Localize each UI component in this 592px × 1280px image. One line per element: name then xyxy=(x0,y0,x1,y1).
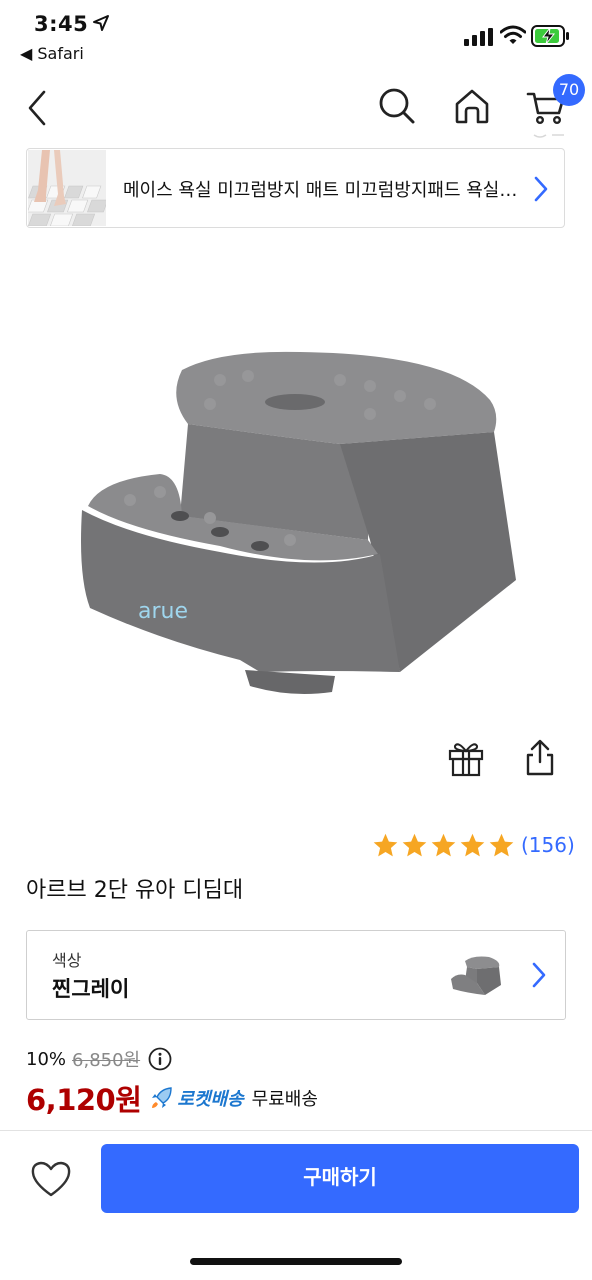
wifi-icon xyxy=(500,25,526,44)
review-count[interactable]: (156) xyxy=(521,833,575,857)
sale-price: 6,120원 xyxy=(26,1083,142,1117)
rocket-delivery-label: 로켓배송 xyxy=(177,1089,244,1110)
cellular-signal-icon xyxy=(464,28,493,46)
product-rating[interactable]: (156) xyxy=(372,830,575,860)
search-icon[interactable] xyxy=(377,86,417,126)
gift-icon[interactable] xyxy=(446,738,486,778)
star-icon xyxy=(431,833,456,856)
chevron-right-icon xyxy=(534,176,548,202)
share-icon[interactable] xyxy=(522,738,558,778)
product-brand-logo: arue xyxy=(138,599,188,624)
option-label: 색상 xyxy=(52,951,82,970)
star-icon xyxy=(402,833,427,856)
color-option-selector[interactable]: 색상 찐그레이 xyxy=(26,930,566,1020)
chevron-right-icon xyxy=(532,962,546,988)
home-icon[interactable] xyxy=(452,86,492,126)
divider xyxy=(0,1130,592,1131)
home-indicator xyxy=(190,1258,402,1265)
location-arrow-icon xyxy=(93,15,109,31)
free-shipping-text: 무료배송 xyxy=(251,1089,318,1110)
back-chevron-icon[interactable] xyxy=(24,88,54,128)
rocket-icon xyxy=(152,1087,173,1108)
related-product-title: 메이스 욕실 미끄럼방지 매트 미끄럼방지패드 욕실매트 xyxy=(123,180,519,201)
product-title: 아르브 2단 유아 디딤대 xyxy=(26,878,244,903)
related-product-banner[interactable]: 메이스 욕실 미끄럼방지 매트 미끄럼방지패드 욕실매트 xyxy=(26,148,565,228)
price-row: 6,120원 로켓배송 무료배송 xyxy=(26,1078,318,1118)
star-icon xyxy=(489,833,514,856)
option-thumbnail xyxy=(451,956,501,995)
battery-charging-icon xyxy=(531,25,569,47)
star-icon xyxy=(373,833,398,856)
bath-mat-thumbnail xyxy=(28,150,106,226)
original-price: 6,850원 xyxy=(72,1050,141,1071)
buy-button[interactable]: 구매하기 xyxy=(101,1144,579,1213)
back-to-safari[interactable]: ◀ Safari xyxy=(20,44,84,63)
status-time: 3:45 xyxy=(34,12,89,36)
info-icon[interactable] xyxy=(148,1047,172,1071)
product-image: arue xyxy=(81,351,516,694)
scroll-remnant xyxy=(533,134,564,138)
star-icon xyxy=(460,833,485,856)
option-value: 찐그레이 xyxy=(52,977,130,1001)
discount-rate: 10% xyxy=(26,1048,67,1070)
status-bar: 3:45 ◀ Safari xyxy=(0,0,592,70)
discount-row: 10% 6,850원 xyxy=(26,1046,172,1072)
cart-count-badge: 70 xyxy=(553,74,585,106)
heart-icon[interactable] xyxy=(28,1156,74,1202)
star-rating xyxy=(372,832,515,859)
